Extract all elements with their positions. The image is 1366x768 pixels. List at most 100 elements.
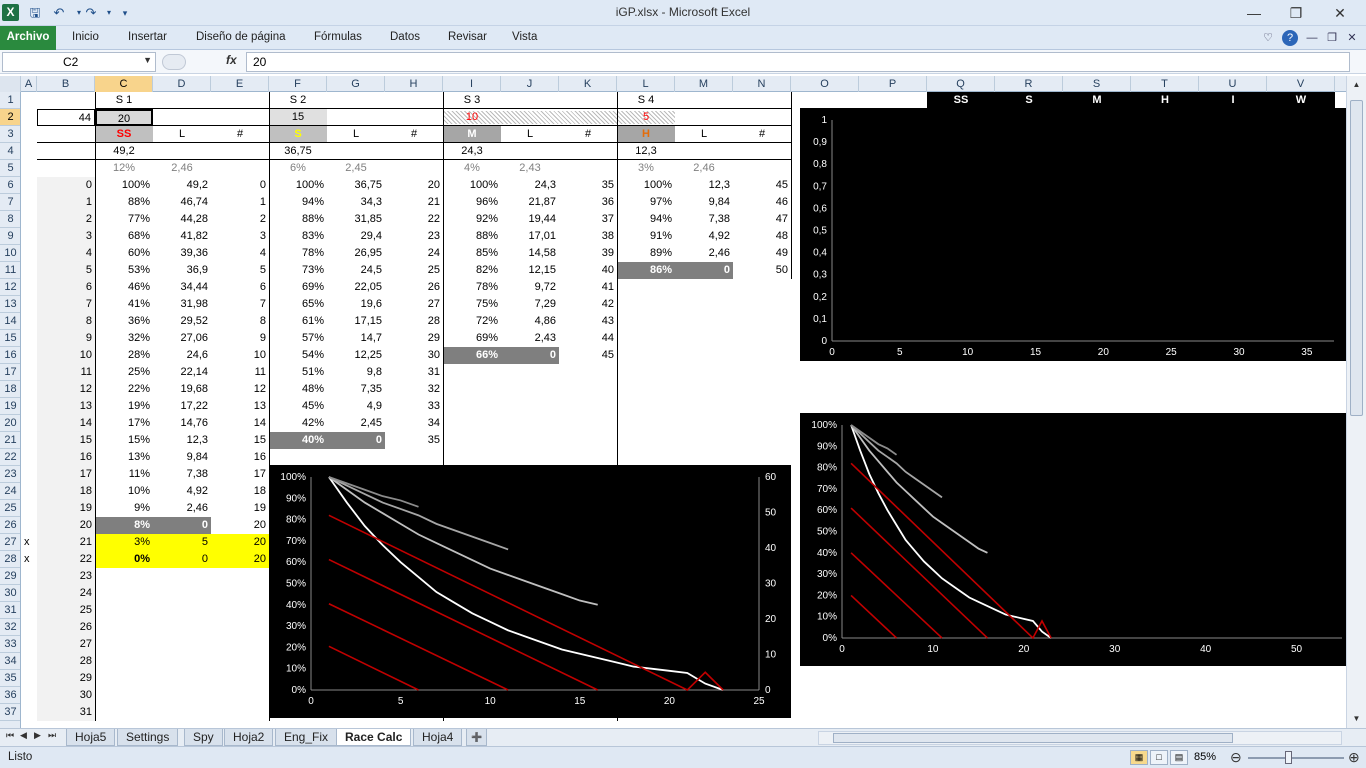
- fuel-start[interactable]: 36,75: [269, 143, 327, 160]
- sheet-tab-race-calc[interactable]: Race Calc: [336, 729, 412, 746]
- compound-label[interactable]: H: [617, 126, 675, 143]
- tyre-percent[interactable]: 100%: [95, 177, 153, 194]
- tyre-percent[interactable]: 94%: [617, 211, 675, 228]
- header-hash[interactable]: #: [559, 126, 617, 143]
- tyre-percent[interactable]: 78%: [269, 245, 327, 262]
- tyre-percent[interactable]: 88%: [269, 211, 327, 228]
- lap-number[interactable]: 29: [37, 670, 95, 687]
- fuel-value[interactable]: 39,36: [153, 245, 211, 262]
- row-header-35[interactable]: 35: [0, 670, 20, 687]
- row-header-6[interactable]: 6: [0, 177, 20, 194]
- column-header-i[interactable]: I: [443, 76, 501, 92]
- next-sheet-icon[interactable]: ▶: [34, 730, 41, 741]
- tyre-percent[interactable]: 66%: [443, 347, 501, 364]
- row-header-18[interactable]: 18: [0, 381, 20, 398]
- tyre-percent[interactable]: 68%: [95, 228, 153, 245]
- minimize-icon[interactable]: —: [1236, 2, 1272, 24]
- row-header-9[interactable]: 9: [0, 228, 20, 245]
- insert-function-icon[interactable]: fx: [226, 53, 237, 67]
- fuel-value[interactable]: 0: [675, 262, 733, 279]
- lap-index[interactable]: 44: [559, 330, 617, 347]
- stint-header[interactable]: S 1: [95, 92, 153, 109]
- fuel-value[interactable]: 31,98: [153, 296, 211, 313]
- compound-legend-w[interactable]: W: [1267, 92, 1335, 109]
- page-break-view-icon[interactable]: ▤: [1170, 750, 1188, 765]
- last-sheet-icon[interactable]: ⏭: [48, 730, 56, 741]
- lap-index[interactable]: 12: [211, 381, 269, 398]
- column-header-k[interactable]: K: [559, 76, 617, 92]
- scroll-down-icon[interactable]: ▼: [1347, 714, 1366, 723]
- tyre-percent[interactable]: 65%: [269, 296, 327, 313]
- lap-index[interactable]: 37: [559, 211, 617, 228]
- fuel-value[interactable]: 46,74: [153, 194, 211, 211]
- tyre-percent[interactable]: 60%: [95, 245, 153, 262]
- tyre-percent[interactable]: 73%: [269, 262, 327, 279]
- tab-diseno-pagina[interactable]: Diseño de página: [190, 26, 292, 50]
- fuel-value[interactable]: 0: [501, 347, 559, 364]
- lap-number[interactable]: 12: [37, 381, 95, 398]
- lap-index[interactable]: 5: [211, 262, 269, 279]
- lap-number[interactable]: 3: [37, 228, 95, 245]
- row-header-23[interactable]: 23: [0, 466, 20, 483]
- compound-label[interactable]: M: [443, 126, 501, 143]
- stint-header[interactable]: S 3: [443, 92, 501, 109]
- lap-number[interactable]: 13: [37, 398, 95, 415]
- row-header-25[interactable]: 25: [0, 500, 20, 517]
- lap-index[interactable]: 9: [211, 330, 269, 347]
- header-hash[interactable]: #: [733, 126, 791, 143]
- compound-legend-m[interactable]: M: [1063, 92, 1131, 109]
- lap-index[interactable]: 7: [211, 296, 269, 313]
- tyre-percent[interactable]: 51%: [269, 364, 327, 381]
- lap-index[interactable]: 46: [733, 194, 791, 211]
- fuel-value[interactable]: 17,01: [501, 228, 559, 245]
- tyre-percent[interactable]: 77%: [95, 211, 153, 228]
- lap-index[interactable]: 45: [559, 347, 617, 364]
- vertical-scrollbar[interactable]: ▲ ▼: [1346, 76, 1366, 728]
- lap-index[interactable]: 41: [559, 279, 617, 296]
- chart-bottom-left[interactable]: 0% 10% 20% 30% 40% 50% 60% 70% 80% 90% 100% 0 10 20 30…: [269, 465, 791, 718]
- fuel-value[interactable]: 24,6: [153, 347, 211, 364]
- row-header-19[interactable]: 19: [0, 398, 20, 415]
- tyre-percent[interactable]: 88%: [95, 194, 153, 211]
- column-header-r[interactable]: R: [995, 76, 1063, 92]
- tyre-percent[interactable]: 89%: [617, 245, 675, 262]
- fuel-value[interactable]: 5: [153, 534, 211, 551]
- lap-index[interactable]: 6: [211, 279, 269, 296]
- tyre-percent[interactable]: 82%: [443, 262, 501, 279]
- tyre-percent[interactable]: 53%: [95, 262, 153, 279]
- workbook-restore-icon[interactable]: ❐: [1324, 29, 1340, 47]
- row-header-16[interactable]: 16: [0, 347, 20, 364]
- fuel-start[interactable]: 49,2: [95, 143, 153, 160]
- name-box-dropdown-icon[interactable]: ▼: [143, 55, 152, 65]
- select-all-corner[interactable]: [0, 76, 21, 92]
- column-header-u[interactable]: U: [1199, 76, 1267, 92]
- row-header-32[interactable]: 32: [0, 619, 20, 636]
- fuel-value[interactable]: 7,29: [501, 296, 559, 313]
- fuel-value[interactable]: 29,4: [327, 228, 385, 245]
- tab-datos[interactable]: Datos: [384, 26, 426, 50]
- lap-number[interactable]: 22: [37, 551, 95, 568]
- fuel-value[interactable]: 2,46: [153, 500, 211, 517]
- zoom-slider-handle[interactable]: [1285, 751, 1292, 764]
- prev-sheet-icon[interactable]: ◀: [20, 730, 27, 741]
- compound-legend-ss[interactable]: SS: [927, 92, 995, 109]
- row-header-7[interactable]: 7: [0, 194, 20, 211]
- lap-index[interactable]: 28: [385, 313, 443, 330]
- tyre-percent[interactable]: 100%: [617, 177, 675, 194]
- fuel-value[interactable]: 9,8: [327, 364, 385, 381]
- lap-index[interactable]: 2: [211, 211, 269, 228]
- row-header-14[interactable]: 14: [0, 313, 20, 330]
- row-header-36[interactable]: 36: [0, 687, 20, 704]
- fuel-value[interactable]: 31,85: [327, 211, 385, 228]
- chart-top-right[interactable]: 0 0,1 0,2 0,3 0,4 0,5 0,6 0,7 0,8 0,9 1 0 5 10 15 20 25 3…: [800, 108, 1346, 361]
- lap-index[interactable]: 10: [211, 347, 269, 364]
- header-l[interactable]: L: [153, 126, 211, 143]
- fuel-start[interactable]: 12,3: [617, 143, 675, 160]
- compound-label[interactable]: SS: [95, 126, 153, 143]
- fuel-value[interactable]: 14,7: [327, 330, 385, 347]
- lap-number[interactable]: 27: [37, 636, 95, 653]
- lap-index[interactable]: 24: [385, 245, 443, 262]
- tyre-percent[interactable]: 8%: [95, 517, 153, 534]
- lap-index[interactable]: 45: [733, 177, 791, 194]
- fuel-value[interactable]: 24,5: [327, 262, 385, 279]
